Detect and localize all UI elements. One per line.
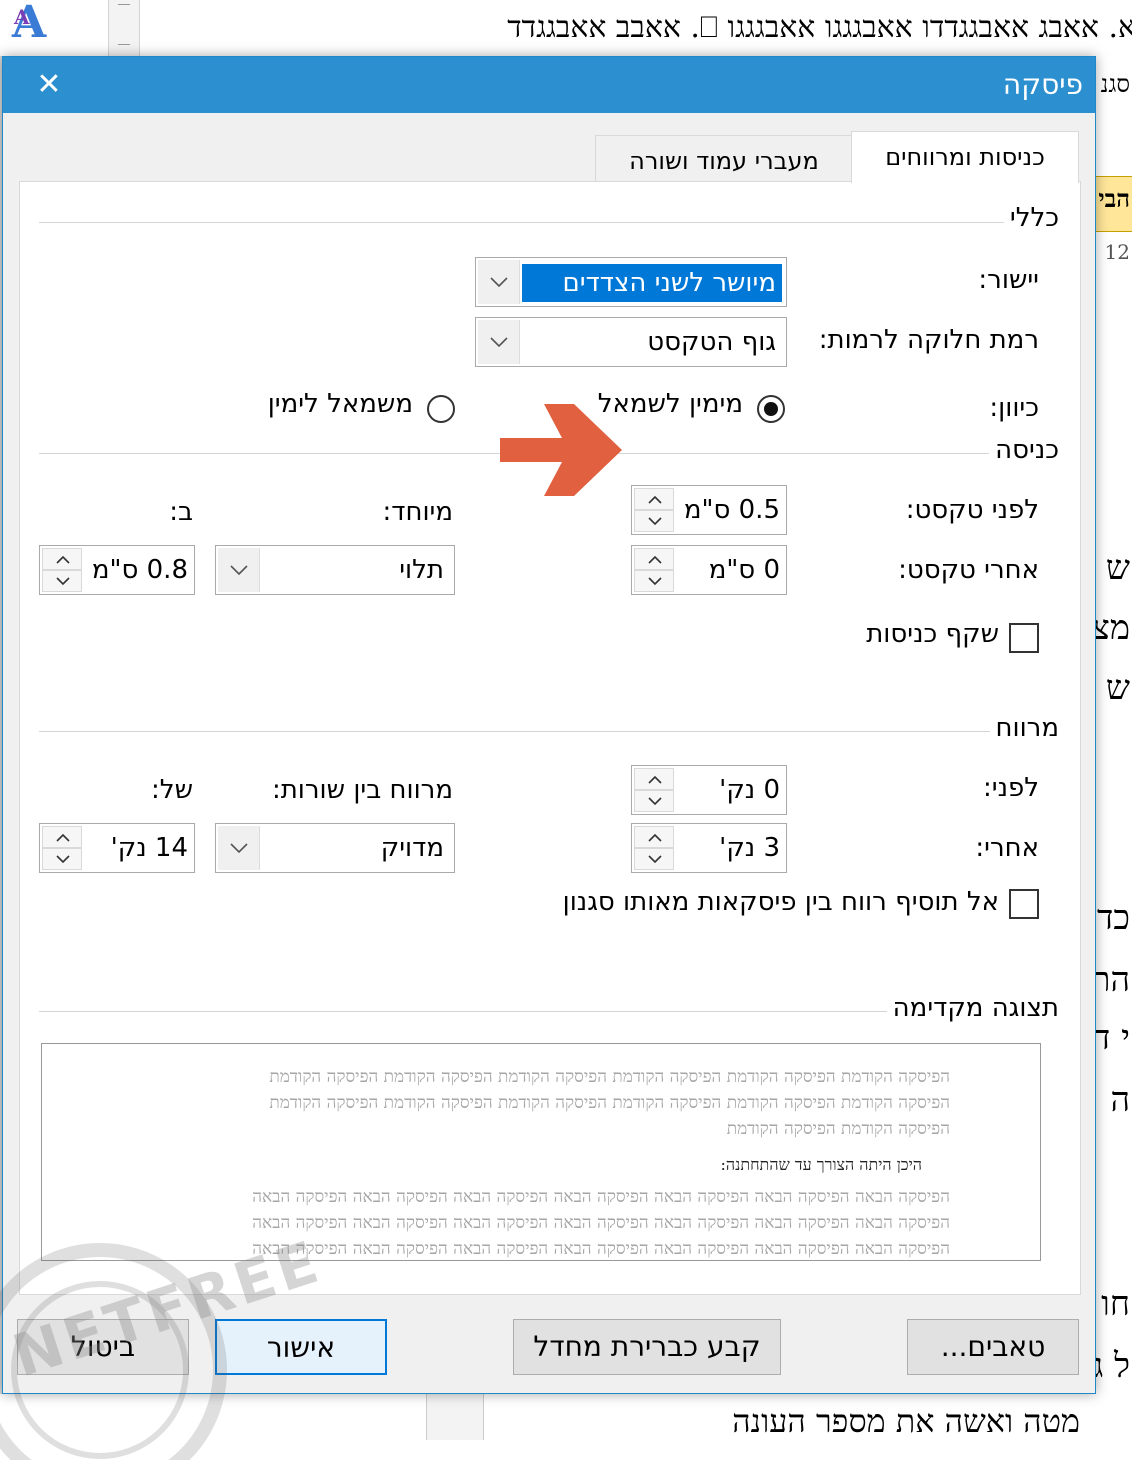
ltr-radio-label[interactable]: משמאל לימין: [268, 389, 413, 419]
spin-down-icon[interactable]: [634, 570, 674, 592]
chevron-down-icon[interactable]: [478, 260, 520, 304]
line-spacing-value: מדויק: [380, 833, 444, 863]
preview-prev-line: הפיסקה הקודמת הפיסקה הקודמת הפיסקה הקודמ…: [269, 1067, 950, 1087]
alignment-label: יישור:: [978, 265, 1039, 295]
line-spacing-dropdown[interactable]: מדויק: [215, 823, 455, 873]
spacing-before-value: 0 נק': [719, 775, 780, 805]
indent-before-value: 0.5 ס"מ: [683, 495, 780, 525]
chevron-down-icon[interactable]: [218, 548, 260, 592]
spacing-after-value: 3 נק': [719, 833, 780, 863]
paragraph-dialog: פיסקה ✕ מעברי עמוד ושורה כניסות ומרווחים…: [2, 56, 1096, 1394]
indent-after-label: אחרי טקסט:: [898, 555, 1039, 585]
dialog-titlebar[interactable]: פיסקה ✕: [3, 57, 1095, 113]
annotation-arrow-icon: [500, 404, 622, 496]
preview-prev-line: הפיסקה הקודמת הפיסקה הקודמת הפיסקה הקודמ…: [269, 1093, 950, 1113]
special-indent-value: תלוי: [399, 555, 444, 585]
doc-fragment: ש: [1105, 548, 1130, 588]
spin-down-icon[interactable]: [42, 570, 82, 592]
outline-level-dropdown[interactable]: גוף הטקסט: [475, 317, 787, 367]
document-right-edge: סגנ הבי 12 ש מצ ש כד הת י ד ה חו ל ג: [1096, 56, 1132, 1440]
spin-down-icon[interactable]: [634, 790, 674, 812]
section-divider: [39, 731, 1055, 732]
doc-fragment: הבי: [1098, 184, 1130, 213]
close-icon[interactable]: ✕: [29, 63, 69, 107]
ltr-radio[interactable]: [427, 395, 455, 423]
chevron-down-icon[interactable]: [218, 826, 260, 870]
doc-fragment: י ד: [1096, 1018, 1130, 1058]
spin-down-icon[interactable]: [634, 510, 674, 532]
indent-after-spinner[interactable]: 0 ס"מ: [631, 545, 787, 595]
indent-by-value: 0.8 ס"מ: [91, 555, 188, 585]
section-title-spacing: מרווח: [989, 713, 1059, 743]
line-spacing-at-spinner[interactable]: 14 נק': [39, 823, 195, 873]
spin-down-icon[interactable]: [42, 848, 82, 870]
preview-current-line: היכן היתה הצורך עד שהתחתנה:: [720, 1155, 922, 1174]
no-space-same-style-label[interactable]: אל תוסיף רווח בין פיסקאות מאותו סגנון: [563, 887, 999, 917]
line-spacing-label: מרווח בין שורות:: [271, 775, 453, 805]
special-indent-dropdown[interactable]: תלוי: [215, 545, 455, 595]
gallery-scroll[interactable]: [108, 0, 140, 56]
doc-fragment: ל ג: [1096, 1346, 1130, 1386]
doc-fragment: סגנ: [1100, 70, 1130, 98]
alignment-dropdown[interactable]: מיושר לשני הצדדים: [475, 257, 787, 307]
doc-fragment: ש: [1105, 668, 1130, 708]
direction-label: כיוון:: [989, 393, 1039, 423]
spacing-after-label: אחרי:: [975, 833, 1039, 863]
spin-up-icon[interactable]: [634, 548, 674, 570]
section-title-indentation: כניסה: [989, 435, 1059, 465]
spin-up-icon[interactable]: [634, 826, 674, 848]
spacing-before-label: לפני:: [983, 773, 1039, 803]
alignment-value: מיושר לשני הצדדים: [522, 264, 782, 302]
preview-prev-line: הפיסקה הקודמת הפיסקה הקודמת: [726, 1119, 950, 1139]
doc-fragment: כד: [1097, 898, 1130, 938]
spin-up-icon[interactable]: [634, 768, 674, 790]
wordart-icon[interactable]: AA: [12, 0, 74, 46]
tabs-button[interactable]: טאבים...: [907, 1319, 1079, 1375]
bottom-scroll-strip[interactable]: [426, 1394, 484, 1440]
doc-fragment: 12: [1104, 240, 1130, 264]
indent-before-label: לפני טקסט:: [905, 495, 1039, 525]
spin-up-icon[interactable]: [42, 826, 82, 848]
document-bottom-line: מטה ואשה את מספר העונה: [732, 1402, 1080, 1440]
spacing-before-spinner[interactable]: 0 נק': [631, 765, 787, 815]
tab-line-page-breaks[interactable]: מעברי עמוד ושורה: [595, 135, 853, 185]
no-space-same-style-checkbox[interactable]: [1009, 889, 1039, 919]
spacing-after-spinner[interactable]: 3 נק': [631, 823, 787, 873]
spin-up-icon[interactable]: [42, 548, 82, 570]
spin-up-icon[interactable]: [634, 488, 674, 510]
outline-level-label: רמת חלוקה לרמות:: [818, 325, 1039, 355]
doc-fragment: ה: [1110, 1080, 1130, 1120]
indent-by-label: ב:: [169, 497, 193, 527]
document-heading-line: א. אאבג אאבגגדדו אאבגגגו אאבגגגו ⎕. אאבב…: [507, 10, 1132, 45]
section-title-preview: תצוגה מקדימה: [886, 993, 1059, 1023]
mirror-indents-label[interactable]: שקף כניסות: [866, 619, 999, 649]
section-title-general: כללי: [1003, 203, 1059, 233]
doc-fragment: חו: [1101, 1284, 1130, 1324]
set-default-button[interactable]: קבע כברירת מחדל: [513, 1319, 781, 1375]
indent-by-spinner[interactable]: 0.8 ס"מ: [39, 545, 195, 595]
indent-after-value: 0 ס"מ: [708, 555, 780, 585]
chevron-down-icon[interactable]: [478, 320, 520, 364]
doc-fragment: מצ: [1096, 608, 1130, 648]
tab-indents-spacing[interactable]: כניסות ומרווחים: [851, 131, 1079, 183]
indent-before-spinner[interactable]: 0.5 ס"מ: [631, 485, 787, 535]
line-spacing-at-label: של:: [151, 775, 193, 805]
section-divider: [39, 222, 1055, 223]
spin-down-icon[interactable]: [634, 848, 674, 870]
outline-level-value: גוף הטקסט: [647, 327, 776, 357]
rtl-radio[interactable]: [757, 395, 785, 423]
mirror-indents-checkbox[interactable]: [1009, 623, 1039, 653]
doc-fragment: הת: [1096, 960, 1130, 1000]
line-spacing-at-value: 14 נק': [110, 833, 188, 863]
special-indent-label: מיוחד:: [382, 497, 454, 527]
dialog-title: פיסקה: [1002, 68, 1083, 101]
